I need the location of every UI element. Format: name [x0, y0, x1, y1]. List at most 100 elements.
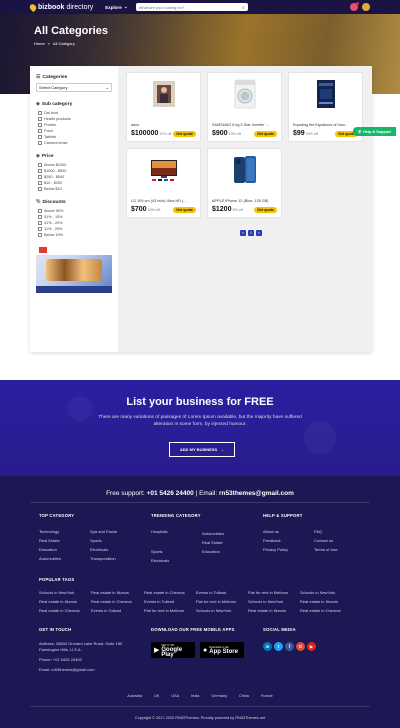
tag-link[interactable]: Real estate in Chennai — [144, 590, 184, 595]
checkbox[interactable] — [38, 163, 42, 167]
subcategory-option[interactable]: Camera lense — [38, 140, 112, 146]
tag-link[interactable]: Real estate in Chennai — [300, 608, 340, 613]
product-card[interactable]: Equating the Equations of Inso... $9910%… — [288, 72, 363, 142]
google-play-button[interactable]: ▶ GET IT ON Google Play — [151, 642, 195, 658]
google-plus-icon[interactable]: G — [296, 642, 305, 651]
user-avatar[interactable] — [362, 3, 370, 11]
linkedin-icon[interactable]: in — [263, 642, 272, 651]
country-link[interactable]: India — [191, 694, 199, 698]
explore-menu[interactable]: Explore ⌄ — [105, 4, 127, 10]
footer-link[interactable]: Sports — [151, 549, 163, 554]
help-support-button[interactable]: ✆ Help & Support — [353, 127, 396, 136]
footer-link[interactable]: About us — [263, 529, 279, 534]
tag-link[interactable]: Schools in NewYork — [39, 590, 74, 595]
country-link[interactable]: France — [261, 694, 273, 698]
support-phone[interactable]: +01 5426 24400 — [147, 490, 194, 497]
footer-link[interactable]: Transportation — [90, 556, 116, 561]
checkbox[interactable] — [38, 135, 42, 139]
tag-link[interactable]: Real estate in Illunois — [300, 599, 338, 604]
tag-link[interactable]: Real estate in Chennai — [39, 608, 79, 613]
search-input[interactable] — [138, 4, 234, 10]
footer-link[interactable]: Real Estate — [39, 538, 60, 543]
checkbox[interactable] — [38, 141, 42, 145]
footer-link[interactable]: Spa and Facial — [90, 529, 117, 534]
checkbox[interactable] — [38, 129, 42, 133]
footer-link[interactable]: Automobiles — [39, 556, 61, 561]
footer-link[interactable]: Education — [202, 549, 220, 554]
product-title[interactable]: SAMSUNG 6 kg 5 Star Inverter ... — [212, 123, 280, 127]
tag-link[interactable]: Real estate in Illunois — [39, 599, 77, 604]
price-option[interactable]: Below $10 — [38, 186, 112, 192]
footer-link[interactable]: Terms of Use — [314, 547, 338, 552]
tag-link[interactable]: Flat for rent in Melborn — [248, 590, 288, 595]
get-quote-button[interactable]: Get quote — [173, 207, 196, 213]
product-title[interactable]: Equating the Equations of Inso... — [293, 123, 361, 127]
pagination-next[interactable]: » — [256, 230, 262, 236]
tag-link[interactable]: Schools in NewYork — [300, 590, 335, 595]
footer-link[interactable]: Privacy Policy — [263, 547, 288, 552]
facebook-icon[interactable]: f — [285, 642, 294, 651]
checkbox[interactable] — [38, 111, 42, 115]
footer-link[interactable]: Sports — [90, 538, 102, 543]
get-quote-button[interactable]: Get quote — [173, 131, 196, 137]
country-link[interactable]: Australia — [127, 694, 142, 698]
product-title[interactable]: LG 109 cm (43 inch) Ultra HD (... — [131, 199, 199, 203]
checkbox[interactable] — [38, 169, 42, 173]
tag-link[interactable]: Schools in NewYork — [248, 599, 283, 604]
checkbox[interactable] — [38, 117, 42, 121]
tag-link[interactable]: Flat for rent in Melborn — [196, 599, 236, 604]
tag-link[interactable]: Real estate in Chennai — [91, 599, 131, 604]
discount-option[interactable]: Below 10% — [38, 232, 112, 238]
youtube-icon[interactable]: ▶ — [307, 642, 316, 651]
tag-link[interactable]: Real estate in Illunois — [248, 608, 286, 613]
footer-link[interactable]: FAQ — [314, 529, 322, 534]
footer-link[interactable]: Contact us — [314, 538, 333, 543]
checkbox[interactable] — [38, 187, 42, 191]
tag-link[interactable]: Schools in NewYork — [196, 608, 231, 613]
tag-link[interactable]: Flat for rent in Melborn — [144, 608, 184, 613]
footer-link[interactable]: Automobiles — [202, 531, 224, 536]
footer-link[interactable]: Hospitals — [151, 529, 167, 534]
footer-link[interactable]: Electricals — [90, 547, 108, 552]
checkbox[interactable] — [38, 175, 42, 179]
sidebar-ad-banner[interactable] — [36, 245, 112, 293]
product-title[interactable]: APPLE iPhone 12 (Blue, 128 GB) — [212, 199, 280, 203]
email-text[interactable]: Email: rn53themes@gmail.com — [39, 667, 95, 672]
get-quote-button[interactable]: Get quote — [254, 131, 277, 137]
checkbox[interactable] — [38, 227, 42, 231]
footer-link[interactable]: Real Estate — [202, 540, 223, 545]
checkbox[interactable] — [38, 123, 42, 127]
tag-link[interactable]: Events in Tolland — [196, 590, 226, 595]
support-email[interactable]: rn53themes@gmail.com — [219, 490, 294, 497]
footer-link[interactable]: Technology — [39, 529, 59, 534]
checkbox[interactable] — [38, 233, 42, 237]
country-link[interactable]: USA — [171, 694, 179, 698]
pagination-page[interactable]: 1 — [248, 230, 254, 236]
pagination-prev[interactable]: « — [240, 230, 246, 236]
category-select[interactable]: Select Category ⌄ — [36, 83, 112, 92]
country-link[interactable]: UK — [154, 694, 159, 698]
twitter-icon[interactable]: t — [274, 642, 283, 651]
footer-link[interactable]: Electricals — [151, 558, 169, 563]
search-icon[interactable]: ⌕ — [242, 5, 245, 10]
product-card[interactable]: adcs $10000012% off Get quote — [126, 72, 201, 142]
product-card[interactable]: LG 109 cm (43 inch) Ultra HD (... $70020… — [126, 148, 201, 218]
product-card[interactable]: SAMSUNG 6 kg 5 Star Inverter ... $90010%… — [207, 72, 282, 142]
get-quote-button[interactable]: Get quote — [254, 207, 277, 213]
country-link[interactable]: China — [239, 694, 249, 698]
country-link[interactable]: Germany — [211, 694, 227, 698]
checkbox[interactable] — [38, 215, 42, 219]
product-title[interactable]: adcs — [131, 123, 199, 127]
tag-link[interactable]: Real estate in Illunois — [91, 590, 129, 595]
tag-link[interactable]: Events in Tolland — [144, 599, 174, 604]
footer-link[interactable]: Education — [39, 547, 57, 552]
breadcrumb-home[interactable]: Home — [34, 41, 45, 46]
tag-link[interactable]: Events in Tolland — [91, 608, 121, 613]
footer-link[interactable]: Feedback — [263, 538, 281, 543]
phone-text[interactable]: Phone: +01 5426 24400 — [39, 657, 82, 662]
notification-avatar[interactable] — [350, 2, 359, 11]
site-logo[interactable]: bizbook directory — [28, 2, 93, 12]
app-store-button[interactable]: ● Download on the App Store — [200, 642, 244, 658]
checkbox[interactable] — [38, 221, 42, 225]
checkbox[interactable] — [38, 181, 42, 185]
